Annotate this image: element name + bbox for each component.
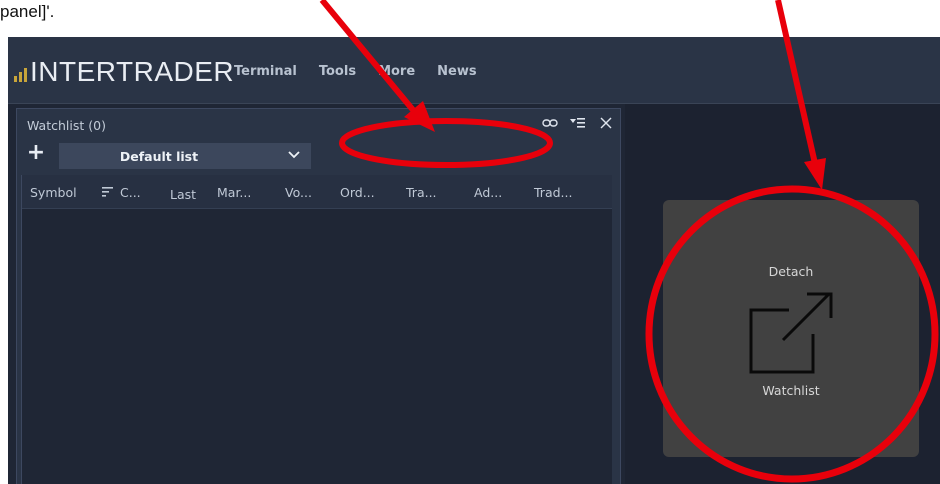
sort-icon[interactable] xyxy=(102,187,114,197)
table-header: Symbol C... Last Mar... Vo... Ord... Tra… xyxy=(22,175,612,209)
col-last[interactable]: Last xyxy=(170,187,196,202)
col-symbol[interactable]: Symbol xyxy=(30,185,77,200)
caption-text: panel]'. xyxy=(0,2,55,21)
detach-label: Detach xyxy=(768,264,814,279)
external-window-icon xyxy=(749,292,833,374)
list-select[interactable]: Default list xyxy=(59,143,311,169)
col-orders[interactable]: Ord... xyxy=(340,185,375,200)
detach-drop-zone[interactable]: Detach Watchlist xyxy=(663,200,919,457)
watchlist-toolbar: + Default list xyxy=(17,141,620,171)
close-icon[interactable] xyxy=(598,116,614,130)
column-settings-icon[interactable] xyxy=(570,116,586,130)
panel-controls xyxy=(542,116,614,130)
col-volume[interactable]: Vo... xyxy=(285,185,312,200)
link-icon[interactable] xyxy=(542,116,558,130)
watchlist-title: Watchlist (0) xyxy=(27,118,106,133)
add-list-button[interactable]: + xyxy=(25,142,47,165)
watchlist-panel: Watchlist (0) + Default list Symbol C...… xyxy=(16,108,621,484)
col-change[interactable]: C... xyxy=(120,185,141,200)
logo-bars-icon xyxy=(14,68,27,82)
nav-tools[interactable]: Tools xyxy=(319,64,356,79)
detach-watchlist-label: Watchlist xyxy=(762,383,820,398)
logo-text: INTERTRADER xyxy=(30,56,235,87)
top-nav-bar: INTERTRADER Terminal Tools More News xyxy=(8,37,940,104)
list-select-value: Default list xyxy=(119,149,199,164)
logo[interactable]: INTERTRADER xyxy=(14,56,234,86)
col-trades[interactable]: Tra... xyxy=(406,185,437,200)
nav-news[interactable]: News xyxy=(437,64,476,79)
watchlist-table: Symbol C... Last Mar... Vo... Ord... Tra… xyxy=(21,175,612,484)
col-market[interactable]: Mar... xyxy=(217,185,251,200)
chevron-down-icon xyxy=(288,151,300,159)
nav-terminal[interactable]: Terminal xyxy=(234,64,297,79)
col-trading[interactable]: Trad... xyxy=(534,185,572,200)
main-nav: Terminal Tools More News xyxy=(234,64,477,79)
watchlist-header[interactable]: Watchlist (0) xyxy=(17,109,620,139)
col-ad[interactable]: Ad... xyxy=(474,185,502,200)
nav-more[interactable]: More xyxy=(378,64,415,79)
